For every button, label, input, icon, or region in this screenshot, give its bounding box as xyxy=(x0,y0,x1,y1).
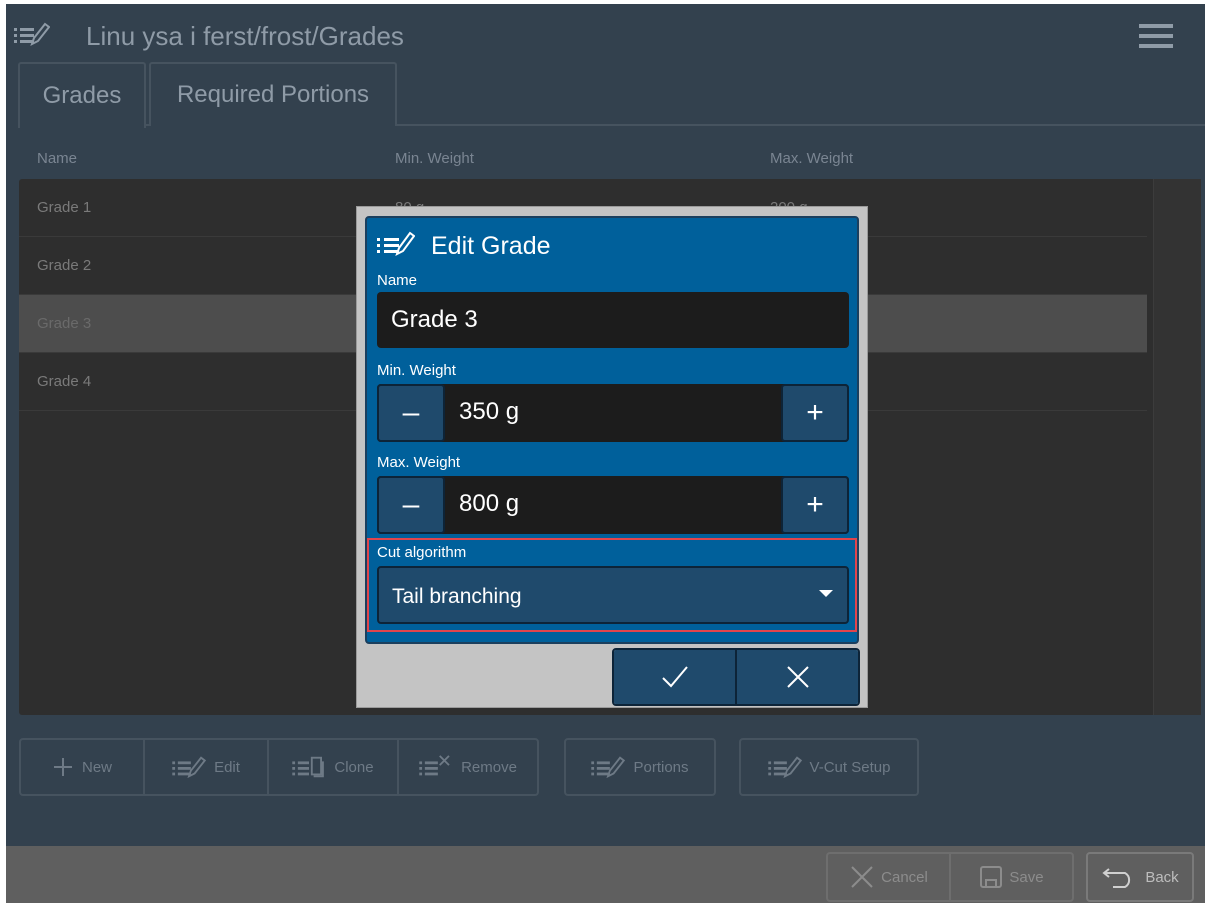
portions-group: Portions xyxy=(564,738,716,796)
remove-button[interactable]: Remove xyxy=(399,740,537,794)
tab-bar: Grades Required Portions xyxy=(18,62,1205,128)
bottom-bar: Cancel Save Back xyxy=(6,846,1205,903)
list-edit-icon xyxy=(591,756,626,779)
edit-grade-dialog: Edit Grade Name Grade 3 Min. Weight – 35… xyxy=(356,206,868,708)
name-label: Name xyxy=(377,272,418,289)
max-weight-label: Max. Weight xyxy=(377,454,461,471)
min-weight-decrement-button[interactable]: – xyxy=(377,384,445,442)
cancel-button[interactable]: Cancel xyxy=(828,854,951,900)
min-weight-label: Min. Weight xyxy=(377,362,456,379)
row-name: Grade 2 xyxy=(37,257,92,274)
cut-algorithm-highlight: Cut algorithm Tail branching xyxy=(367,538,857,632)
max-weight-value[interactable]: 800 g xyxy=(459,490,519,518)
row-name: Grade 4 xyxy=(37,373,92,390)
cancel-save-group: Cancel Save xyxy=(826,852,1074,902)
back-arrow-icon xyxy=(1102,868,1131,888)
list-edit-icon xyxy=(172,756,207,779)
list-edit-icon xyxy=(14,22,50,46)
close-icon xyxy=(851,866,873,888)
save-button[interactable]: Save xyxy=(951,854,1072,900)
edit-button[interactable]: Edit xyxy=(145,740,269,794)
checkmark-icon xyxy=(661,666,688,688)
dialog-actions xyxy=(612,648,860,706)
list-edit-icon xyxy=(767,756,802,779)
back-button[interactable]: Back xyxy=(1086,852,1194,902)
confirm-button[interactable] xyxy=(614,650,737,704)
title-bar: Linu ysa i ferst/frost/Grades xyxy=(6,4,1205,62)
name-field[interactable]: Grade 3 xyxy=(377,292,849,348)
cut-algorithm-select[interactable]: Tail branching xyxy=(377,566,849,624)
hamburger-menu-icon[interactable] xyxy=(1139,24,1173,48)
max-weight-increment-button[interactable]: + xyxy=(781,476,849,534)
edit-button-label: Edit xyxy=(214,758,240,776)
portions-button-label: Portions xyxy=(633,758,689,776)
new-button[interactable]: New xyxy=(21,740,145,794)
remove-button-label: Remove xyxy=(461,758,517,776)
row-actions-group: New Edit Clone Remove xyxy=(19,738,539,796)
cut-algorithm-label: Cut algorithm xyxy=(377,544,467,561)
min-weight-increment-button[interactable]: + xyxy=(781,384,849,442)
row-name: Grade 3 xyxy=(37,315,92,332)
dialog-cancel-button[interactable] xyxy=(737,650,858,704)
new-button-label: New xyxy=(81,758,112,776)
back-button-label: Back xyxy=(1145,868,1179,886)
vcut-setup-button-label: V-Cut Setup xyxy=(809,758,891,776)
dropdown-caret-icon xyxy=(819,590,833,597)
plus-icon xyxy=(53,758,72,776)
list-edit-icon xyxy=(377,231,415,256)
close-icon xyxy=(786,666,809,688)
column-header-max-weight[interactable]: Max. Weight xyxy=(770,150,853,167)
table-scrollbar[interactable] xyxy=(1153,179,1201,715)
dialog-title: Edit Grade xyxy=(431,232,551,260)
edit-grade-panel: Edit Grade Name Grade 3 Min. Weight – 35… xyxy=(365,216,859,644)
min-weight-stepper: – 350 g + xyxy=(377,384,849,442)
row-name: Grade 1 xyxy=(37,199,92,216)
column-header-name[interactable]: Name xyxy=(37,150,77,167)
min-weight-value[interactable]: 350 g xyxy=(459,398,519,426)
remove-icon xyxy=(419,755,450,776)
max-weight-decrement-button[interactable]: – xyxy=(377,476,445,534)
table-header: Name Min. Weight Max. Weight xyxy=(6,150,1205,172)
tab-required-portions[interactable]: Required Portions xyxy=(149,62,397,126)
clone-button[interactable]: Clone xyxy=(269,740,399,794)
tab-grades[interactable]: Grades xyxy=(18,62,146,128)
vcut-group: V-Cut Setup xyxy=(739,738,919,796)
max-weight-stepper: – 800 g + xyxy=(377,476,849,534)
vcut-setup-button[interactable]: V-Cut Setup xyxy=(741,740,917,794)
column-header-min-weight[interactable]: Min. Weight xyxy=(395,150,474,167)
cut-algorithm-value: Tail branching xyxy=(392,585,522,608)
cancel-button-label: Cancel xyxy=(881,868,928,886)
clone-button-label: Clone xyxy=(334,758,374,776)
save-icon xyxy=(980,866,1003,888)
clone-icon xyxy=(292,756,325,778)
app-title: Linu ysa i ferst/frost/Grades xyxy=(86,21,404,51)
save-button-label: Save xyxy=(1009,868,1044,886)
portions-button[interactable]: Portions xyxy=(566,740,714,794)
